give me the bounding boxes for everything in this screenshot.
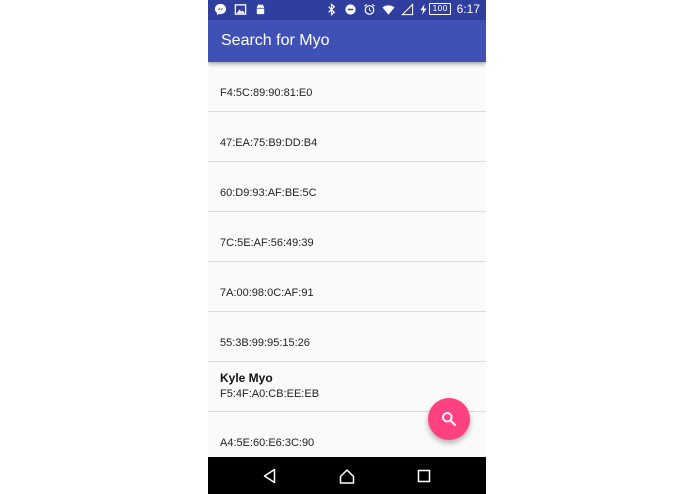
app-bar: Search for Myo bbox=[208, 20, 486, 62]
image-icon bbox=[234, 4, 247, 15]
signal-icon bbox=[401, 2, 414, 15]
do-not-disturb-icon bbox=[345, 3, 356, 15]
home-icon[interactable] bbox=[338, 467, 356, 485]
battery-indicator: 100 bbox=[420, 3, 451, 15]
back-icon[interactable] bbox=[261, 467, 279, 485]
battery-level: 100 bbox=[429, 3, 451, 15]
android-icon bbox=[256, 4, 265, 15]
list-item[interactable]: 60:D9:93:AF:BE:5C bbox=[208, 162, 486, 212]
wifi-icon bbox=[382, 4, 395, 15]
messenger-icon bbox=[214, 3, 227, 16]
device-mac: 7C:5E:AF:56:49:39 bbox=[220, 237, 314, 249]
status-clock: 6:17 bbox=[456, 2, 480, 16]
device-mac: 7A:00:98:0C:AF:91 bbox=[220, 287, 314, 299]
device-mac: F4:5C:89:90:81:E0 bbox=[220, 87, 313, 99]
bluetooth-icon bbox=[328, 2, 336, 16]
battery-charging-icon bbox=[420, 3, 427, 15]
device-name: Kyle Myo bbox=[220, 371, 273, 385]
list-item[interactable]: F4:5C:89:90:81:E0 bbox=[208, 62, 486, 112]
device-mac: 55:3B:99:95:15:26 bbox=[220, 337, 310, 349]
recents-icon[interactable] bbox=[415, 467, 433, 485]
list-item[interactable]: 55:3B:99:95:15:26 bbox=[208, 312, 486, 362]
alarm-icon bbox=[364, 3, 376, 15]
list-item[interactable]: 47:EA:75:B9:DD:B4 bbox=[208, 112, 486, 162]
device-mac: A4:5E:60:E6:3C:90 bbox=[220, 437, 315, 449]
page-title: Search for Myo bbox=[221, 32, 330, 49]
navigation-bar bbox=[208, 457, 486, 494]
device-mac: F5:4F:A0:CB:EE:EB bbox=[220, 388, 320, 400]
list-item[interactable]: 7A:00:98:0C:AF:91 bbox=[208, 262, 486, 312]
search-fab-button[interactable] bbox=[428, 398, 470, 440]
phone-screen: 100 6:17 Search for Myo F4:5C:89:90:81:E… bbox=[208, 0, 486, 494]
device-mac: 47:EA:75:B9:DD:B4 bbox=[220, 137, 318, 149]
device-mac: 60:D9:93:AF:BE:5C bbox=[220, 187, 317, 199]
status-bar: 100 6:17 bbox=[208, 0, 486, 20]
list-item[interactable]: 7C:5E:AF:56:49:39 bbox=[208, 212, 486, 262]
search-icon bbox=[442, 412, 457, 427]
